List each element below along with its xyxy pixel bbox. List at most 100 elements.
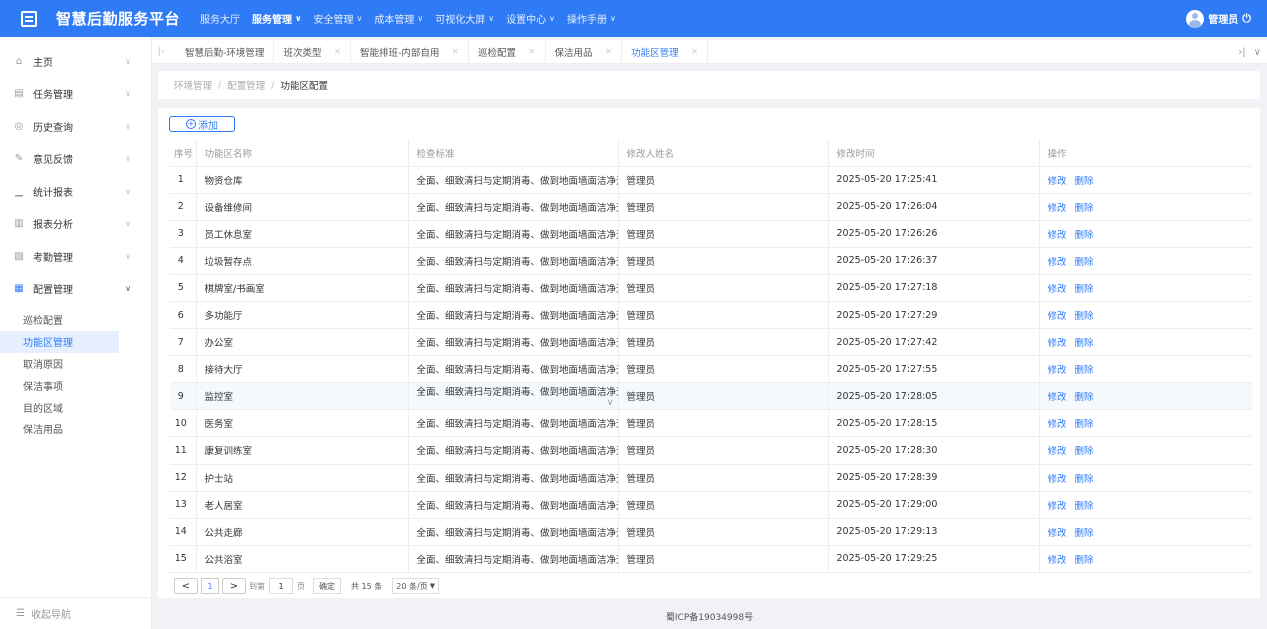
tab-scroll-left-icon[interactable]: |‹ (154, 47, 168, 57)
edit-link[interactable]: 修改 (1048, 555, 1067, 566)
edit-link[interactable]: 修改 (1048, 474, 1067, 485)
close-icon[interactable]: × (451, 47, 459, 57)
delete-link[interactable]: 删除 (1075, 230, 1094, 241)
goto-page-input[interactable] (269, 578, 293, 594)
page-size-select[interactable]: 20 条/页 ▼ (392, 578, 440, 594)
delete-link[interactable]: 删除 (1075, 474, 1094, 485)
sidebar-sub-item[interactable]: 保洁事项 (0, 374, 119, 396)
user-menu[interactable]: 管理员 ⏻ (1186, 0, 1251, 37)
table-row[interactable]: 9 监控室 全面、细致清扫与定期消毒、做到地面墙面洁净无 ∨ 管理员 2025-05-20… (170, 382, 1252, 411)
delete-link[interactable]: 删除 (1075, 419, 1094, 430)
row-number: 6 (170, 301, 197, 330)
edit-link[interactable]: 修改 (1048, 501, 1067, 512)
table-row[interactable]: 14 公共走廊 全面、细致清扫与定期消毒、做到地面墙面洁净无 管理员 2025-05-2… (170, 518, 1252, 546)
table-row[interactable]: 2 设备维修间 全面、细致清扫与定期消毒、做到地面墙面洁净无 管理员 2025-05-2… (170, 193, 1252, 221)
sidebar-sub-item[interactable]: 功能区管理 (0, 330, 119, 353)
tab-item[interactable]: 功能区管理 × (622, 39, 709, 64)
tab-scroll-right-icon[interactable]: ›| (1238, 47, 1245, 58)
top-nav-item[interactable]: 服务大厅 (194, 0, 246, 37)
delete-link[interactable]: 删除 (1075, 284, 1094, 295)
top-nav-item[interactable]: 安全管理 ∨ (308, 0, 369, 37)
page-number-current[interactable]: 1 (201, 578, 219, 594)
edit-link[interactable]: 修改 (1048, 528, 1067, 539)
close-icon[interactable]: × (333, 47, 341, 57)
sidebar-item[interactable]: ◎ 历史查询 ∨ (0, 110, 151, 143)
table-row[interactable]: 10 医务室 全面、细致清扫与定期消毒、做到地面墙面洁净无 管理员 2025-05-20… (170, 409, 1252, 438)
sidebar-sub-item[interactable]: 目的区域 (0, 396, 119, 418)
top-nav-item[interactable]: 服务管理 ∨ (246, 0, 308, 37)
top-nav-item[interactable]: 设置中心 ∨ (500, 0, 561, 37)
close-icon[interactable]: × (605, 47, 613, 57)
delete-link[interactable]: 删除 (1075, 501, 1094, 512)
edit-link[interactable]: 修改 (1048, 338, 1067, 349)
edit-link[interactable]: 修改 (1048, 203, 1067, 214)
table-row[interactable]: 15 公共浴室 全面、细致清扫与定期消毒、做到地面墙面洁净无 管理员 2025-05-2… (170, 545, 1252, 573)
check-standard: 全面、细致清扫与定期消毒、做到地面墙面洁净无 (408, 247, 619, 275)
power-icon[interactable]: ⏻ (1242, 12, 1251, 26)
table-row[interactable]: 4 垃圾暂存点 全面、细致清扫与定期消毒、做到地面墙面洁净无 管理员 2025-05-2… (170, 247, 1252, 275)
sidebar-sub-item[interactable]: 保洁用品 (0, 418, 119, 440)
table-row[interactable]: 5 棋牌室/书画室 全面、细致清扫与定期消毒、做到地面墙面洁净无 管理员 2025-05… (170, 274, 1252, 302)
delete-link[interactable]: 删除 (1075, 203, 1094, 214)
breadcrumb-item[interactable]: 配置管理 (227, 78, 265, 92)
delete-link[interactable]: 删除 (1075, 555, 1094, 566)
delete-link[interactable]: 删除 (1075, 365, 1094, 376)
sidebar-item[interactable]: ▤ 任务管理 ∨ (0, 78, 151, 111)
tab-item[interactable]: 保洁用品 × (546, 39, 623, 64)
prev-page-button[interactable]: < (174, 578, 198, 594)
table-row[interactable]: 13 老人居室 全面、细致清扫与定期消毒、做到地面墙面洁净无 管理员 2025-05-2… (170, 491, 1252, 519)
page-scrollbar[interactable] (1260, 64, 1267, 604)
delete-link[interactable]: 删除 (1075, 338, 1094, 349)
tab-menu-chevron-icon[interactable]: ∨ (1254, 47, 1261, 58)
breadcrumb-item[interactable]: 环境管理 (174, 78, 212, 92)
sidebar-item[interactable]: ▥ 报表分析 ∨ (0, 208, 151, 241)
delete-link[interactable]: 删除 (1075, 528, 1094, 539)
close-icon[interactable]: × (528, 47, 536, 57)
table-row[interactable]: 8 接待大厅 全面、细致清扫与定期消毒、做到地面墙面洁净无 管理员 2025-05-20… (170, 355, 1252, 384)
table-row[interactable]: 1 物资仓库 全面、细致清扫与定期消毒、做到地面墙面洁净无 管理员 2025-05-20… (170, 166, 1252, 194)
edit-link[interactable]: 修改 (1048, 311, 1067, 322)
sidebar-item[interactable]: ✎ 意见反馈 ∨ (0, 143, 151, 176)
avatar[interactable] (1186, 9, 1205, 28)
delete-link[interactable]: 删除 (1075, 392, 1094, 403)
table-row[interactable]: 12 护士站 全面、细致清扫与定期消毒、做到地面墙面洁净无 管理员 2025-05-20… (170, 464, 1252, 492)
edit-link[interactable]: 修改 (1048, 446, 1067, 457)
close-icon[interactable]: × (691, 47, 699, 57)
add-button[interactable]: + 添加 (169, 116, 235, 132)
top-nav-item[interactable]: 可视化大屏 ∨ (429, 0, 500, 37)
tab-item[interactable]: 智能排班-内部自用 × (351, 39, 469, 64)
delete-link[interactable]: 删除 (1075, 176, 1094, 187)
table-row[interactable]: 6 多功能厅 全面、细致清扫与定期消毒、做到地面墙面洁净无 管理员 2025-05-20… (170, 301, 1252, 330)
edit-link[interactable]: 修改 (1048, 176, 1067, 187)
goto-confirm-button[interactable]: 确定 (313, 578, 341, 594)
delete-link[interactable]: 删除 (1075, 257, 1094, 268)
delete-link[interactable]: 删除 (1075, 446, 1094, 457)
tab-item[interactable]: 班次类型 × (274, 39, 351, 64)
top-nav-item[interactable]: 成本管理 ∨ (368, 0, 429, 37)
sidebar-sub-item[interactable]: 取消原因 (0, 353, 119, 375)
tab-item[interactable]: 智慧后勤-环境管理 (176, 39, 275, 64)
edit-link[interactable]: 修改 (1048, 365, 1067, 376)
modified-time: 2025-05-20 17:28:05 (828, 382, 1040, 411)
user-name[interactable]: 管理员 (1208, 11, 1238, 26)
edit-link[interactable]: 修改 (1048, 230, 1067, 241)
sidebar-sub-item[interactable]: 巡检配置 (0, 309, 119, 331)
delete-link[interactable]: 删除 (1075, 311, 1094, 322)
edit-link[interactable]: 修改 (1048, 419, 1067, 430)
menu-logo-icon[interactable] (21, 10, 37, 27)
top-nav-item[interactable]: 操作手册 ∨ (561, 0, 622, 37)
collapse-nav-button[interactable]: ☰ 收起导航 (0, 597, 152, 629)
tab-item[interactable]: 巡检配置 × (469, 39, 546, 64)
chevron-down-icon[interactable]: ∨ (607, 398, 614, 408)
next-page-button[interactable]: > (222, 578, 246, 594)
edit-link[interactable]: 修改 (1048, 284, 1067, 295)
table-row[interactable]: 3 员工休息室 全面、细致清扫与定期消毒、做到地面墙面洁净无 管理员 2025-05-2… (170, 220, 1252, 248)
sidebar-item[interactable]: ▦ 配置管理 ∨ (0, 273, 151, 306)
sidebar-item[interactable]: ▧ 考勤管理 ∨ (0, 240, 151, 273)
table-row[interactable]: 7 办公室 全面、细致清扫与定期消毒、做到地面墙面洁净无 管理员 2025-05-20 … (170, 328, 1252, 357)
table-row[interactable]: 11 康复训练室 全面、细致清扫与定期消毒、做到地面墙面洁净无 管理员 2025-05-… (170, 436, 1252, 465)
sidebar-item[interactable]: ⌂ 主页 ∨ (0, 45, 151, 78)
edit-link[interactable]: 修改 (1048, 257, 1067, 268)
sidebar-item[interactable]: ▁ 统计报表 ∨ (0, 175, 151, 208)
edit-link[interactable]: 修改 (1048, 392, 1067, 403)
